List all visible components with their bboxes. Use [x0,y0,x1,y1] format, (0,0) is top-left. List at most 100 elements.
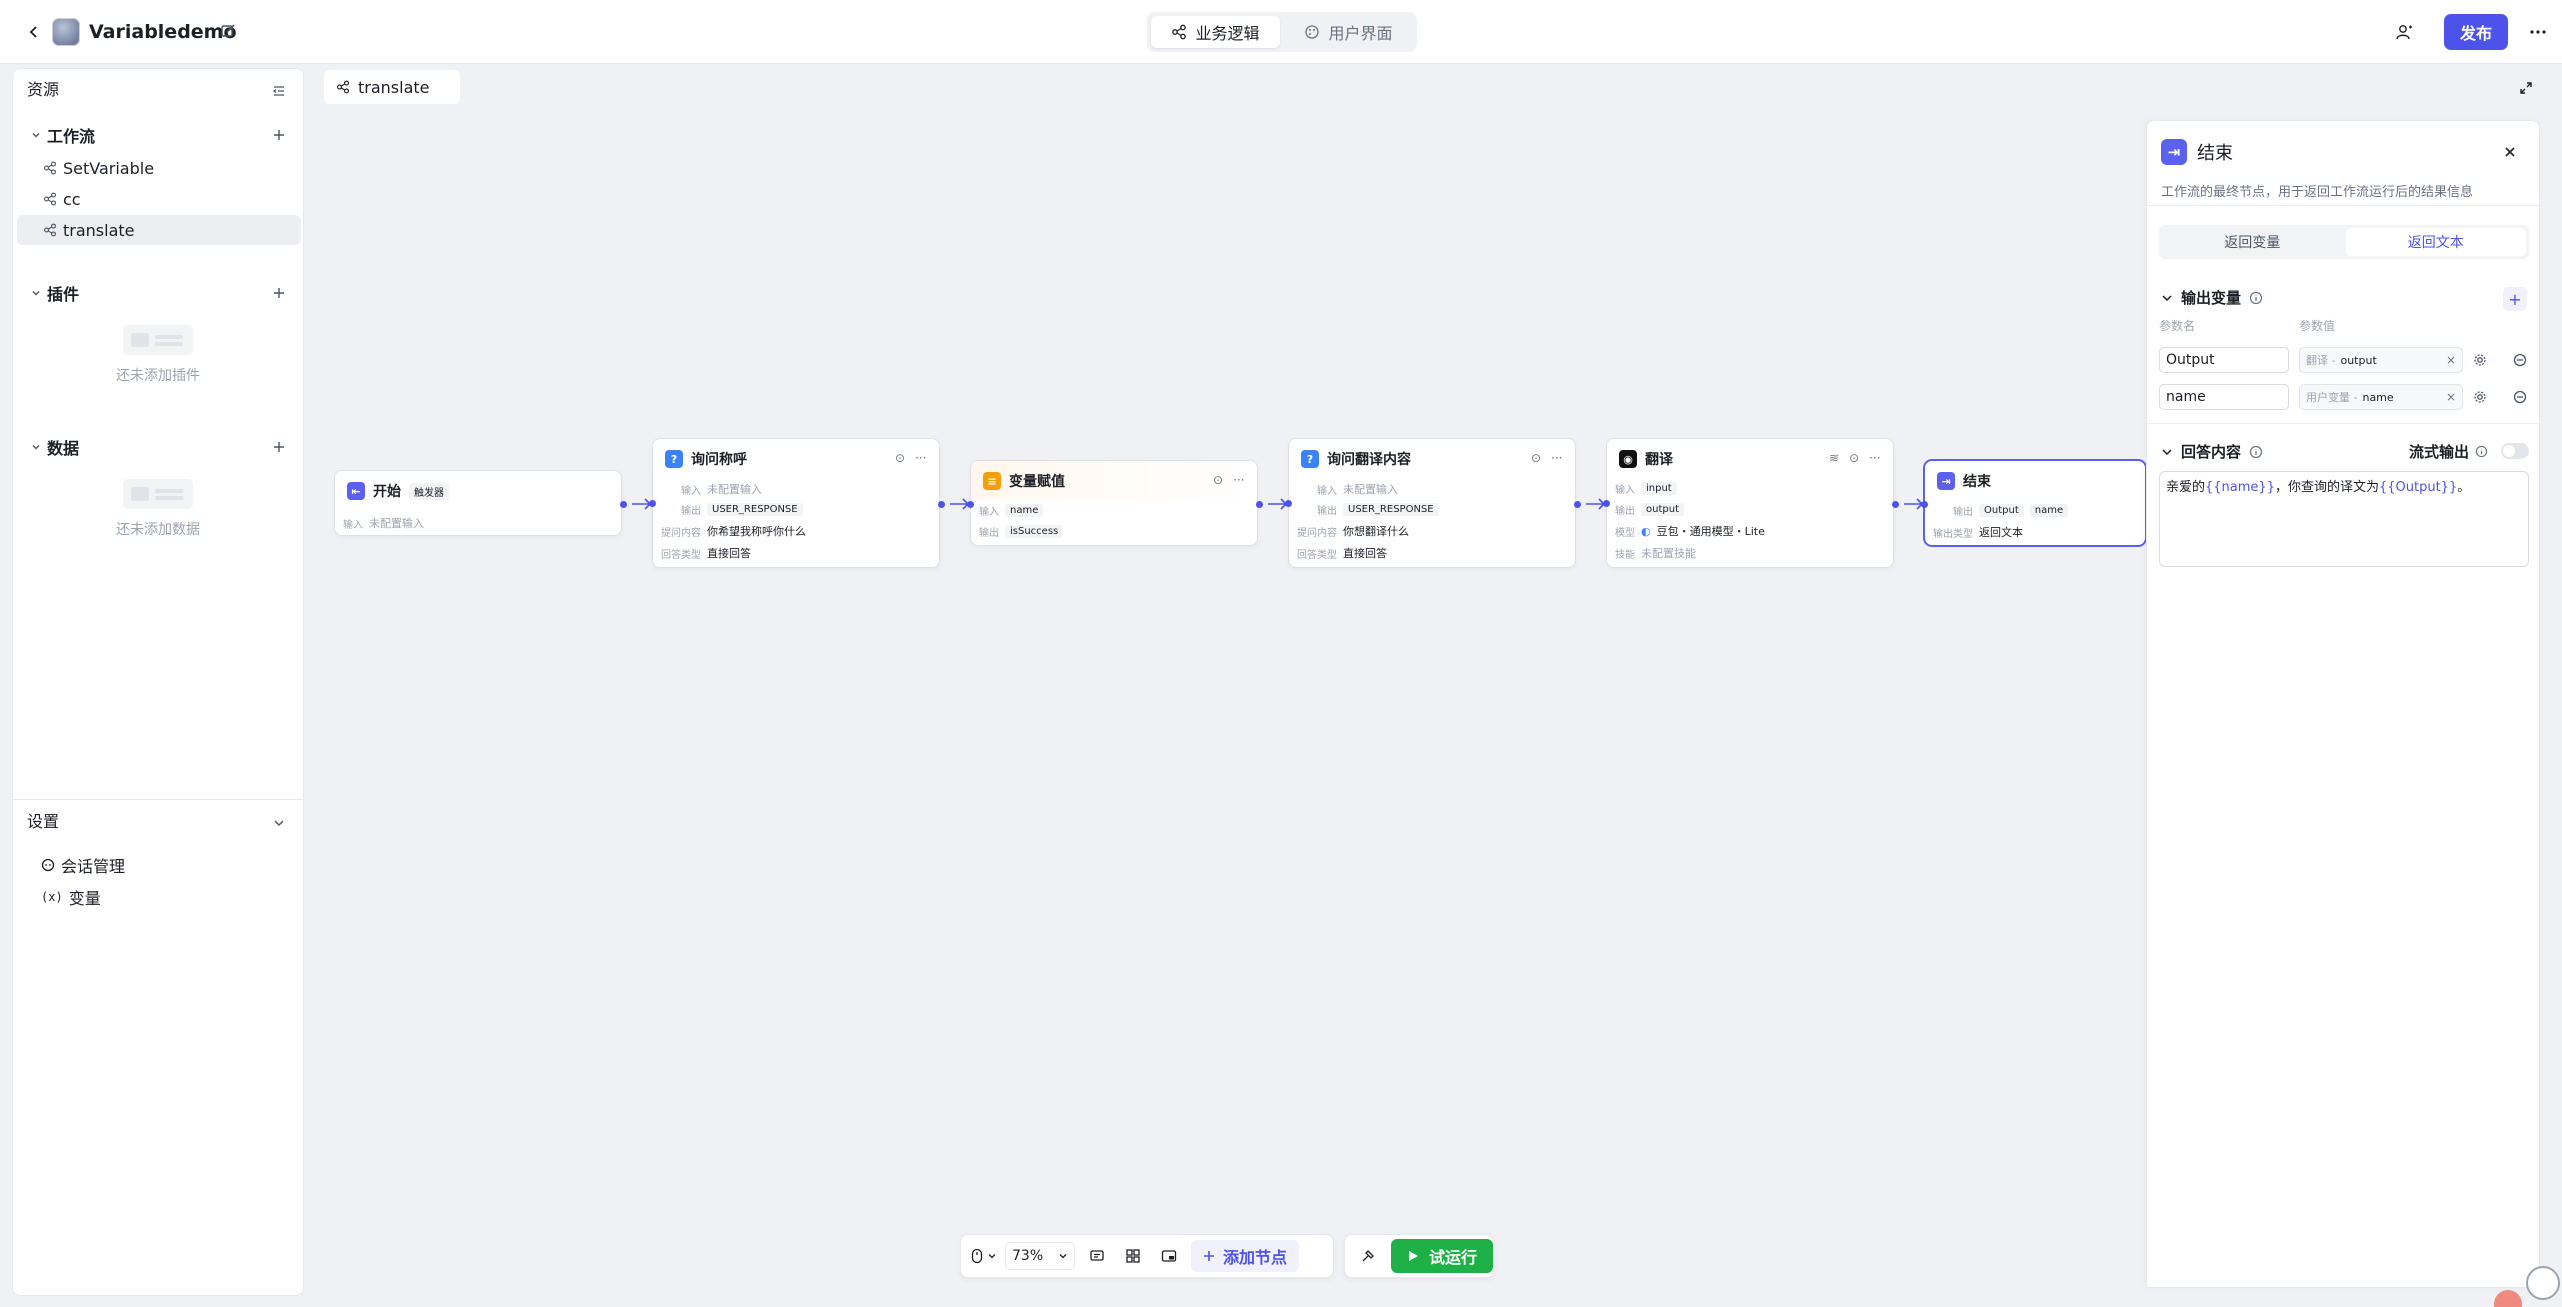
node-ask-translate[interactable]: ? 询问翻译内容 ⊙ ··· 输入 未配置输入 输出 USER_RESPONSE 提问… [1285,438,1576,568]
mode-switch: 业务逻辑 用户界面 [1147,12,1417,52]
fullscreen-icon[interactable] [2516,78,2536,98]
return-mode-tabs: 返回变量 返回文本 [2159,225,2529,259]
variable-reference-select[interactable]: 用户变量 - name × [2299,384,2463,410]
node-output-row: 输出 output [1615,502,1684,517]
settings-item-variables[interactable]: (x) 变量 [41,885,101,909]
node-more-icon[interactable]: ··· [1233,473,1244,487]
input-port[interactable] [967,501,974,508]
empty-placeholder-icon [123,479,193,509]
node-more-icon[interactable]: ··· [1869,451,1880,465]
input-port[interactable] [649,500,656,507]
plus-icon [1203,1250,1215,1262]
clear-icon[interactable]: × [2446,390,2456,404]
output-port[interactable] [938,501,945,508]
node-header: ⇥ 结束 [1937,471,1991,491]
empty-placeholder-icon [123,325,193,355]
settings-item-conversation[interactable]: 会话管理 [41,853,125,877]
comment-icon[interactable] [1083,1242,1111,1270]
answer-content-header[interactable]: 回答内容 [2161,441,2263,462]
node-model-row: 模型 ◐ 豆包・通用模型・Lite [1615,523,1765,539]
node-field-label: 输出 [1615,506,1635,517]
zoom-select[interactable]: 73% [1005,1242,1075,1270]
output-port[interactable] [620,501,627,508]
node-start[interactable]: ⇤ 开始 触发器 输入 未配置输入 [334,470,622,536]
node-more-icon[interactable]: ··· [915,451,926,465]
input-port[interactable] [1921,501,1928,508]
node-actions: ≋ ⊙ ··· [1829,451,1881,465]
chevron-down-icon [2161,292,2173,304]
add-plugin-icon[interactable] [269,283,289,303]
tab-business-logic[interactable]: 业务逻辑 [1151,16,1280,48]
publish-button[interactable]: 发布 [2444,14,2508,50]
tab-return-text[interactable]: 返回文本 [2345,228,2526,256]
info-icon[interactable] [2249,291,2263,305]
add-node-button[interactable]: 添加节点 [1191,1240,1300,1272]
output-port[interactable] [1892,501,1899,508]
answer-content-editor[interactable]: 亲爱的{{name}}，你查询的译文为{{Output}}。 [2159,471,2529,567]
tab-return-variables[interactable]: 返回变量 [2162,228,2343,256]
node-field-label: 提问内容 [661,527,701,539]
node-field-label: 技能 [1615,549,1635,561]
node-more-icon[interactable]: ··· [1551,451,1562,465]
output-port[interactable] [1256,501,1263,508]
chevron-down-icon[interactable] [269,813,289,833]
column-header-name: 参数名 [2159,319,2196,333]
add-workflow-icon[interactable] [269,125,289,145]
data-section-header[interactable]: 数据 [31,435,79,459]
settings-icon[interactable] [2471,351,2489,369]
canvas-tab[interactable]: translate [324,70,460,104]
output-chip: USER_RESPONSE [707,503,803,516]
test-run-button[interactable]: 试运行 [1391,1239,1493,1273]
run-node-icon[interactable]: ⊙ [1531,451,1541,465]
remove-icon[interactable] [2511,351,2529,369]
mouse-mode-icon[interactable] [971,1248,997,1264]
variable-reference-select[interactable]: 翻译 - output × [2299,347,2463,373]
input-port[interactable] [1285,500,1292,507]
batch-icon[interactable]: ≋ [1829,451,1839,465]
node-field-value: 你希望我称呼你什么 [707,525,806,538]
end-icon: ⇥ [1937,472,1955,490]
node-translate[interactable]: ◉ 翻译 ≋ ⊙ ··· 输入 input 输出 output 模型 ◐ 豆包・通用模型・L… [1603,438,1894,568]
output-variables-header[interactable]: 输出变量 [2161,287,2263,308]
info-icon[interactable] [2249,445,2263,459]
output-chip: isSuccess [1005,525,1064,538]
node-end[interactable]: ⇥ 结束 输出 Output name 输出类型 返回文本 [1921,460,2146,546]
add-data-icon[interactable] [269,437,289,457]
collapse-sidebar-icon[interactable] [269,81,289,101]
sidebar-item-cc[interactable]: cc [17,184,301,214]
back-arrow-icon[interactable] [22,20,46,44]
floating-help-button[interactable] [2526,1266,2560,1300]
node-actions: ⊙ ··· [895,451,927,465]
run-node-icon[interactable]: ⊙ [1213,473,1223,487]
run-node-icon[interactable]: ⊙ [895,451,905,465]
node-answer-row: 回答类型 直接回答 [1297,545,1387,561]
variable-name-input[interactable] [2159,384,2289,410]
sidebar-item-translate[interactable]: translate [17,215,301,245]
tab-user-interface[interactable]: 用户界面 [1284,16,1413,48]
minimap-icon[interactable] [1155,1242,1183,1270]
settings-icon[interactable] [2471,388,2489,406]
stream-output-toggle[interactable] [2501,443,2529,459]
node-field-label: 输出 [1953,507,1973,518]
sidebar-item-setvariable[interactable]: SetVariable [17,153,301,183]
variable-name-input[interactable] [2159,347,2289,373]
input-port[interactable] [1603,500,1610,507]
more-icon[interactable] [2526,20,2550,44]
layout-icon[interactable] [1119,1242,1147,1270]
node-ask-name[interactable]: ? 询问称呼 ⊙ ··· 输入 未配置输入 输出 USER_RESPONSE 提问内容… [649,438,940,568]
output-port[interactable] [1574,501,1581,508]
node-variable-assign[interactable]: ≡ 变量赋值 ⊙ ··· 输入 name 输出 isSuccess [967,460,1258,546]
debug-tool-icon[interactable] [1355,1243,1381,1269]
chevron-down-icon [31,130,41,140]
close-icon[interactable] [2499,141,2521,163]
collaborators-icon[interactable] [2392,20,2416,44]
clear-icon[interactable]: × [2446,353,2456,367]
remove-icon[interactable] [2511,388,2529,406]
plugin-section-header[interactable]: 插件 [31,281,79,305]
info-icon[interactable] [2475,445,2488,458]
edit-icon[interactable] [218,21,238,41]
run-node-icon[interactable]: ⊙ [1849,451,1859,465]
workflow-section-header[interactable]: 工作流 [31,123,95,147]
add-variable-button[interactable]: + [2503,287,2527,311]
node-actions: ⊙ ··· [1213,473,1245,487]
